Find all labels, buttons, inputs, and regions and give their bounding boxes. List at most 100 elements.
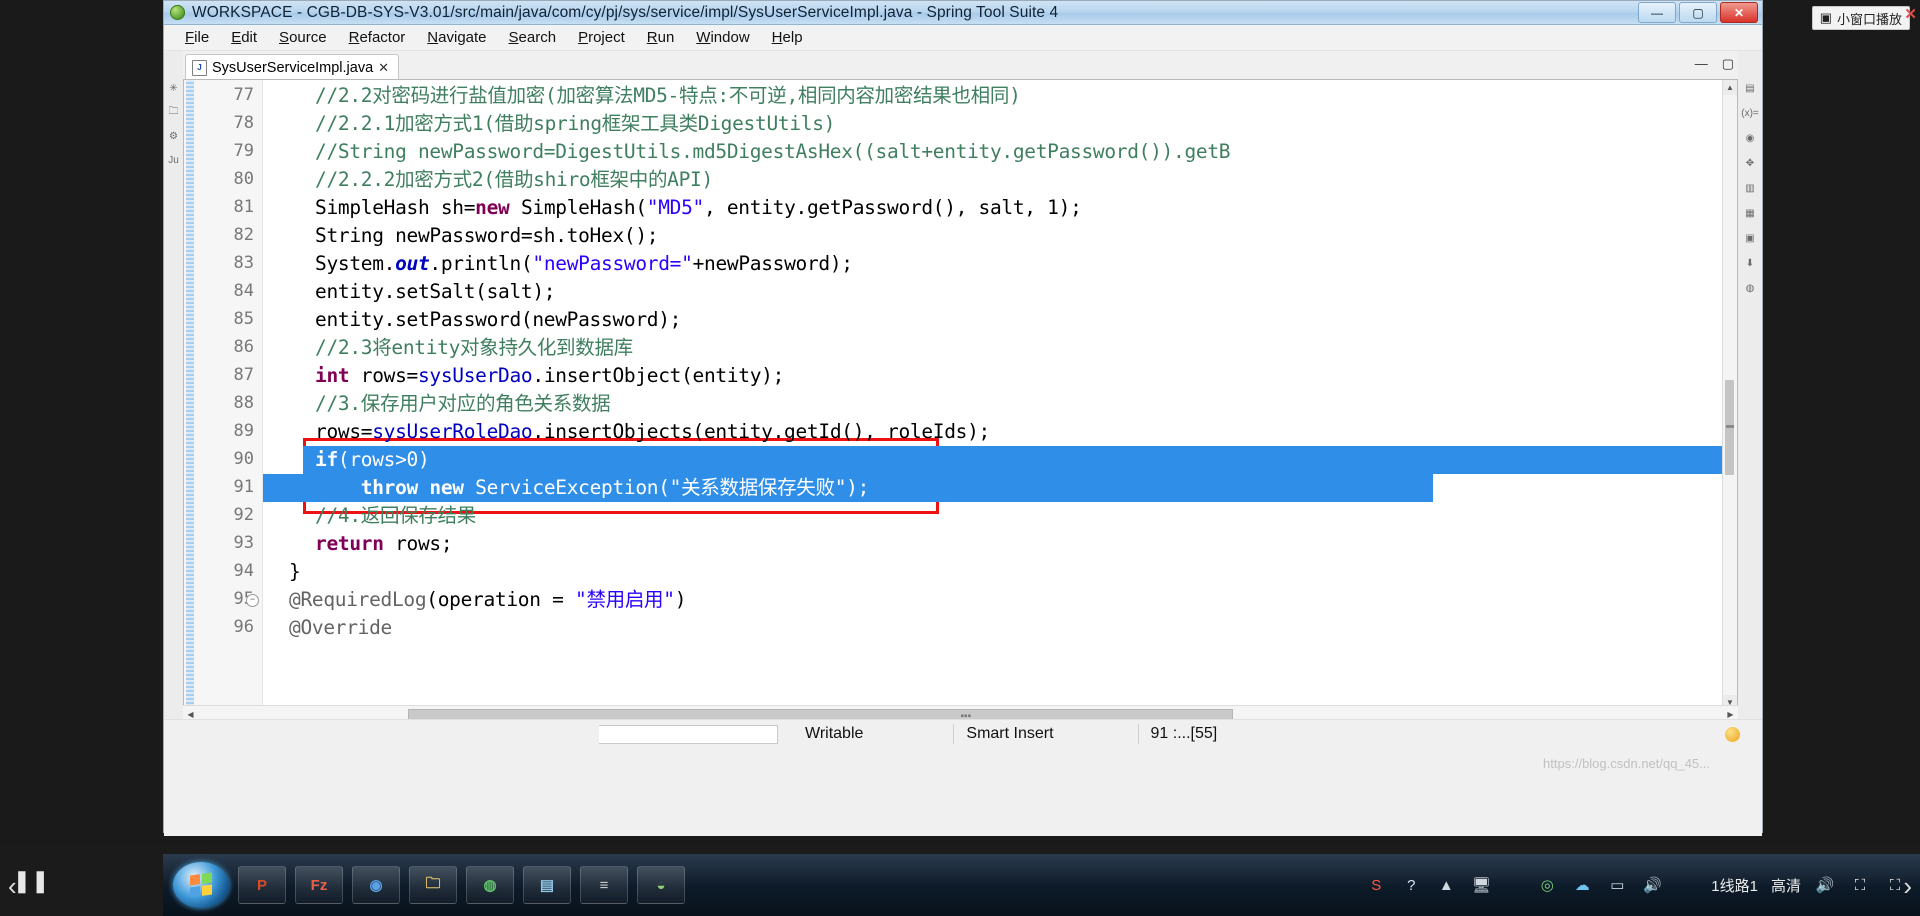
outline-view-icon[interactable]: ▥	[1743, 181, 1758, 196]
fold-toggle-icon[interactable]: −	[246, 594, 259, 607]
console-icon[interactable]: ▣	[1743, 231, 1758, 246]
code-token: return	[315, 532, 384, 555]
taskbar-item-editor[interactable]: Fz	[295, 866, 343, 904]
code-text-area[interactable]: I //2.2对密码进行盐值加密(加密算法MD5-特点:不可逆,相同内容加密结果…	[263, 80, 1723, 710]
prev-button[interactable]: ‹	[8, 871, 17, 902]
code-line[interactable]: if(rows>0)	[263, 446, 430, 474]
code-line[interactable]: //2.3将entity对象持久化到数据库	[263, 334, 633, 362]
status-bar: Writable Smart Insert 91 :...[55]	[164, 719, 1762, 748]
windows-start-orb[interactable]	[173, 862, 229, 908]
help-icon[interactable]: ?	[1400, 874, 1422, 896]
status-notification-icon[interactable]	[1725, 726, 1740, 742]
taskbar-item-chrome[interactable]: ◉	[352, 866, 400, 904]
vertical-scrollbar[interactable]: ▲ ▼	[1722, 80, 1737, 710]
code-line[interactable]: //2.2.1加密方式1(借助spring框架工具类DigestUtils)	[263, 110, 835, 138]
code-token: "关系数据保存失败"	[669, 476, 847, 499]
code-line[interactable]: SimpleHash sh=new SimpleHash("MD5", enti…	[263, 194, 1082, 222]
menu-item-run[interactable]: Run	[636, 27, 686, 48]
menu-item-search[interactable]: Search	[498, 27, 568, 48]
taskbar-item-eclipse[interactable]: ◒	[637, 866, 685, 904]
code-line[interactable]: String newPassword=sh.toHex();	[263, 222, 659, 250]
pip-label: 小窗口播放	[1836, 11, 1902, 27]
code-line[interactable]: entity.setPassword(newPassword);	[263, 306, 681, 334]
code-line[interactable]: rows=sysUserRoleDao.insertObjects(entity…	[263, 418, 990, 446]
menu-item-project[interactable]: Project	[567, 27, 636, 48]
menu-item-window[interactable]: Window	[685, 27, 760, 48]
taskbar-item-ppt[interactable]: P	[238, 866, 286, 904]
security-icon[interactable]: ◎	[1536, 874, 1558, 896]
sogou-input-icon[interactable]: S	[1365, 874, 1387, 896]
code-line[interactable]: //2.2.2加密方式2(借助shiro框架中的API)	[263, 166, 713, 194]
monitor-icon[interactable]: 🖥	[1470, 874, 1492, 896]
package-explorer-icon[interactable]: 🗀	[166, 105, 181, 120]
video-surface[interactable]: WORKSPACE - CGB-DB-SYS-V3.01/src/main/ja…	[0, 0, 1920, 845]
next-button[interactable]: ›	[1903, 871, 1912, 902]
spring-icon[interactable]: ◍	[1743, 281, 1758, 296]
code-token: "newPassword="	[532, 252, 693, 275]
volume-icon[interactable]: 🔊	[1641, 874, 1663, 896]
pip-button[interactable]: ▣ 小窗口播放	[1811, 6, 1910, 30]
taskbar-item-sts[interactable]: ≡	[580, 866, 628, 904]
player-fullscreen-icon[interactable]: ⛶	[1849, 874, 1871, 896]
code-token: new	[475, 196, 510, 219]
menu-item-help[interactable]: Help	[761, 27, 814, 48]
taskbar-item-db[interactable]: ▤	[523, 866, 571, 904]
expressions-icon[interactable]: ✥	[1743, 156, 1758, 171]
editor-minimize-icon[interactable]: —	[1695, 56, 1708, 72]
code-line[interactable]: int rows=sysUserDao.insertObject(entity)…	[263, 362, 784, 390]
menu-item-refactor[interactable]: Refactor	[338, 27, 417, 48]
line-number: 77	[233, 85, 254, 105]
scroll-up-arrow[interactable]: ▲	[1723, 80, 1737, 95]
minimize-button[interactable]: —	[1638, 2, 1676, 23]
menu-item-edit[interactable]: Edit	[220, 27, 268, 48]
code-line[interactable]: //2.2对密码进行盐值加密(加密算法MD5-特点:不可逆,相同内容加密结果也相…	[263, 82, 1021, 110]
menu-item-source[interactable]: Source	[268, 27, 338, 48]
code-line[interactable]: return rows;	[263, 530, 453, 558]
code-line[interactable]: entity.setSalt(salt);	[263, 278, 556, 306]
boot-dashboard-icon[interactable]: ⬇	[1743, 256, 1758, 271]
show-hidden-icons[interactable]: ▲	[1435, 874, 1457, 896]
editor-maximize-icon[interactable]: ▢	[1722, 56, 1734, 72]
player-quality-selector[interactable]: 高清	[1771, 875, 1801, 896]
taskbar-item-browser[interactable]: ◍	[466, 866, 514, 904]
close-overlay-icon[interactable]: ✕	[1904, 5, 1917, 23]
close-button[interactable]: ✕	[1720, 2, 1758, 23]
code-line[interactable]: System.out.println("newPassword="+newPas…	[263, 250, 853, 278]
code-line[interactable]: }	[263, 558, 301, 586]
code-token: rows=	[349, 364, 419, 387]
junit-icon[interactable]: Ju	[166, 153, 181, 168]
battery-icon[interactable]: ▭	[1606, 874, 1628, 896]
hierarchy-icon[interactable]: ⚙	[166, 129, 181, 144]
menu-item-file[interactable]: File	[174, 27, 220, 48]
code-token: rows;	[383, 532, 453, 555]
properties-icon[interactable]: ▤	[1743, 81, 1758, 96]
editor-tab-sysuserserviceimpl[interactable]: J SysUserServiceImpl.java ✕	[185, 54, 400, 80]
taskbar-item-explorer[interactable]: 🗀	[409, 866, 457, 904]
player-line-selector[interactable]: 1线路1	[1711, 875, 1758, 896]
code-line[interactable]: @Override	[263, 614, 392, 642]
horizontal-scrollbar-track[interactable]: ▪▪▪	[198, 708, 1723, 722]
code-line[interactable]: //3.保存用户对应的角色关系数据	[263, 390, 611, 418]
code-line[interactable]: throw new ServiceException("关系数据保存失败");	[263, 474, 870, 502]
breakpoints-icon[interactable]: ◉	[1743, 131, 1758, 146]
close-icon[interactable]: ✕	[378, 60, 389, 76]
task-list-icon[interactable]: ▦	[1743, 206, 1758, 221]
spring-tool-suite-icon	[170, 5, 185, 20]
menu-item-navigate[interactable]: Navigate	[416, 27, 497, 48]
code-line[interactable]: //String newPassword=DigestUtils.md5Dige…	[263, 138, 1231, 166]
code-token: //2.2对密码进行盐值加密(加密算法MD5-特点:不可逆,相同内容加密结果也相…	[315, 84, 1021, 107]
cloud-icon[interactable]: ☁	[1571, 874, 1593, 896]
code-token: ServiceException(	[463, 476, 670, 499]
maximize-button[interactable]: ▢	[1679, 2, 1717, 23]
right-toolbar: ▤ (x)= ◉ ✥ ▥ ▦ ▣ ⬇ ◍	[1737, 51, 1762, 741]
pip-window-icon: ▣	[1819, 10, 1832, 25]
outline-icon[interactable]: ✳	[166, 81, 181, 96]
code-line[interactable]: @RequiredLog(operation = "禁用启用")	[263, 586, 686, 614]
code-editor[interactable]: 77 78 79 80 81 82 83 84 85 86 87 88 89 90 91 92 93 94 95−9…	[183, 79, 1738, 711]
code-token: (rows>0)	[337, 448, 430, 471]
code-line[interactable]: //4.返回保存结果	[263, 502, 476, 530]
player-volume-icon[interactable]: 🔊	[1814, 874, 1836, 896]
horizontal-scrollbar-thumb[interactable]	[408, 708, 1233, 720]
code-token: .insertObject(entity);	[532, 364, 785, 387]
variables-icon[interactable]: (x)=	[1741, 106, 1759, 121]
